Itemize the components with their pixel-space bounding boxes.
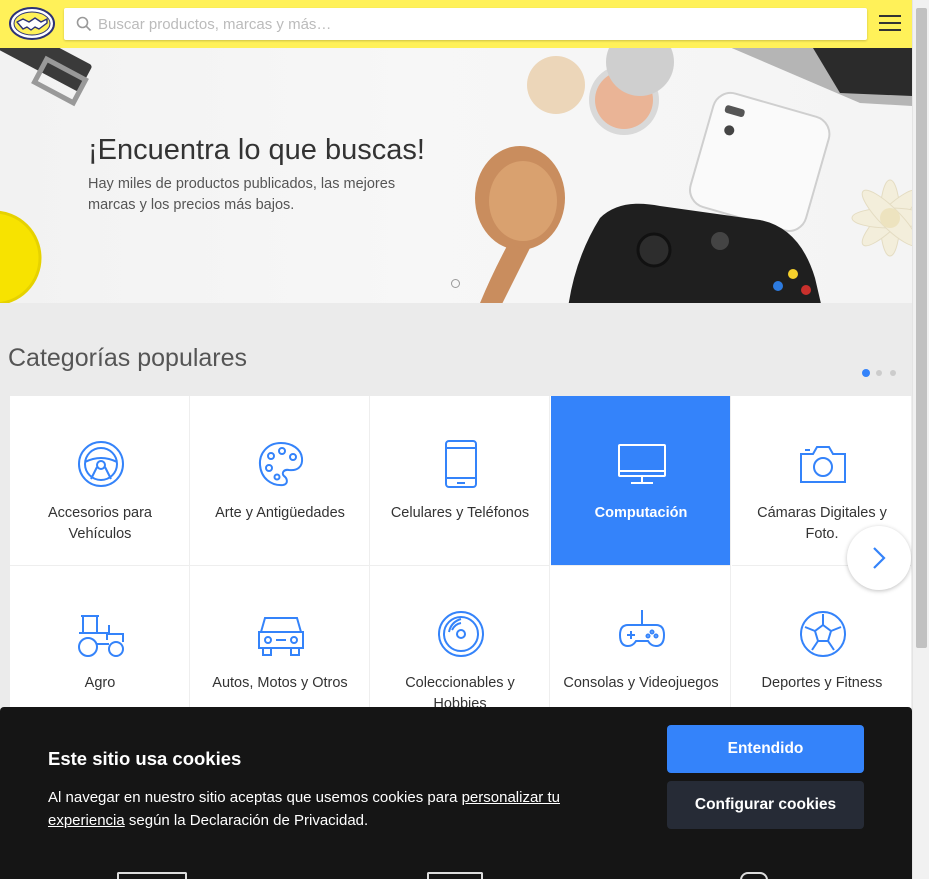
mercadolibre-logo-icon[interactable] <box>9 7 55 40</box>
carousel-next-button[interactable] <box>847 526 911 590</box>
chevron-right-icon <box>873 547 886 569</box>
cookie-text-end: según la Declaración de Privacidad. <box>124 812 369 829</box>
hero-banner[interactable]: ¡Encuentra lo que buscas! Hay miles de p… <box>0 48 912 303</box>
cookie-banner: Este sitio usa cookies Al navegar en nue… <box>0 707 912 879</box>
accept-cookies-button[interactable]: Entendido <box>667 725 864 773</box>
category-label: Accesorios para Vehículos <box>48 505 152 542</box>
soccer-ball-icon <box>800 611 846 657</box>
popular-categories-title: Categorías populares <box>8 344 248 372</box>
page-scrollbar[interactable] <box>912 0 929 879</box>
category-card[interactable]: Celulares y Teléfonos <box>370 396 550 566</box>
category-label: Computación <box>594 505 688 521</box>
gamepad-icon <box>618 610 666 648</box>
configure-cookies-button[interactable]: Configurar cookies <box>667 781 864 829</box>
search-input[interactable] <box>98 8 858 40</box>
search-box[interactable] <box>64 8 867 40</box>
disc-icon <box>438 611 484 657</box>
cookie-title: Este sitio usa cookies <box>48 748 242 769</box>
menu-hamburger-icon[interactable] <box>879 15 901 33</box>
car-icon <box>258 617 304 656</box>
category-label: Consolas y Videojuegos <box>563 675 719 691</box>
cookie-text-start: Al navegar en nuestro sitio aceptas que … <box>48 789 462 806</box>
category-card[interactable]: Accesorios para Vehículos <box>10 396 190 566</box>
category-label: Deportes y Fitness <box>761 675 883 691</box>
pagination-dot-active[interactable] <box>862 368 870 377</box>
steering-wheel-icon <box>78 441 124 487</box>
category-pagination-dots[interactable] <box>862 364 904 382</box>
category-label: Autos, Motos y Otros <box>212 675 348 691</box>
partial-icon <box>740 872 768 879</box>
cookie-message: Al navegar en nuestro sitio aceptas que … <box>48 786 618 832</box>
camera-icon <box>800 446 846 483</box>
category-card[interactable]: Arte y Antigüedades <box>190 396 370 566</box>
category-label: Arte y Antigüedades <box>215 505 345 521</box>
partial-icon <box>427 872 483 879</box>
hero-title: ¡Encuentra lo que buscas! <box>88 134 425 166</box>
scrollbar-thumb[interactable] <box>916 8 927 648</box>
carousel-dot[interactable] <box>451 279 460 288</box>
category-label: Celulares y Teléfonos <box>390 505 530 521</box>
pagination-dot[interactable] <box>890 369 896 376</box>
hero-subtitle: Hay miles de productos publicados, las m… <box>88 176 396 213</box>
category-card-selected[interactable]: Computación <box>551 396 731 566</box>
category-label: Agro <box>84 675 116 691</box>
top-nav-bar <box>0 0 912 48</box>
partial-icon <box>117 872 187 879</box>
palette-icon <box>258 441 304 487</box>
category-grid: Accesorios para Vehículos Arte y Antigüe… <box>10 396 912 736</box>
phone-icon <box>445 440 477 488</box>
tractor-icon <box>78 615 124 657</box>
search-icon[interactable] <box>76 16 92 32</box>
pagination-dot[interactable] <box>876 369 882 376</box>
monitor-icon <box>618 444 666 484</box>
